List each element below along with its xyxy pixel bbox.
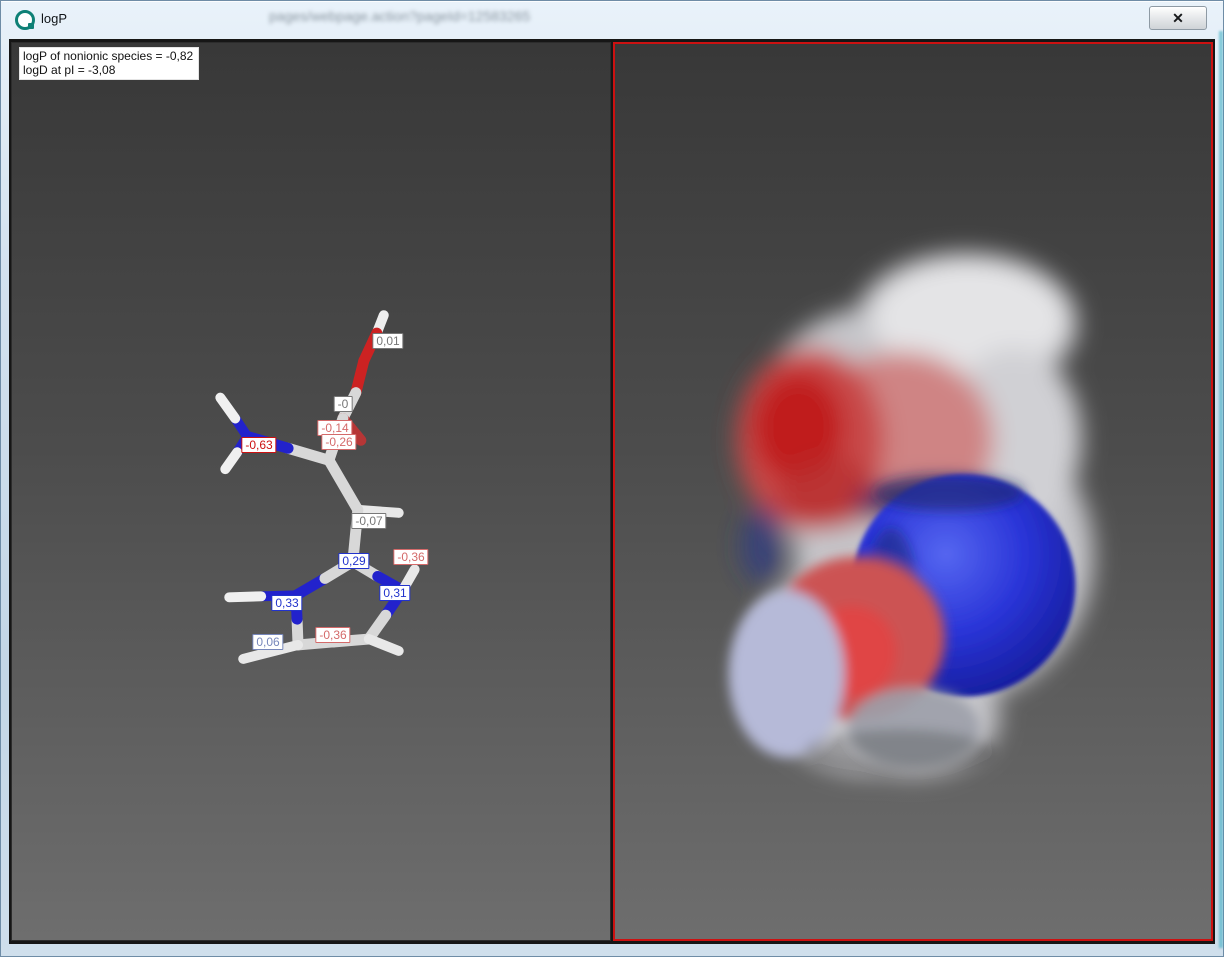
info-line-logd: logD at pI = -3,08	[23, 63, 193, 77]
atom-label: 0,06	[252, 634, 283, 650]
atom-label: -0,36	[393, 549, 428, 565]
atom-labels-layer: 0,01-0-0,14-0,26-0,63-0,070,29-0,360,310…	[12, 43, 610, 940]
atom-label: 0,29	[338, 553, 369, 569]
atom-label: 0,31	[379, 585, 410, 601]
atom-label: -0	[334, 396, 353, 412]
close-button[interactable]: ✕	[1149, 6, 1207, 30]
window-title: logP	[41, 11, 67, 26]
atom-label: -0,36	[315, 627, 350, 643]
molecular-surface	[615, 44, 1211, 939]
info-line-logp: logP of nonionic species = -0,82	[23, 49, 193, 63]
titlebar[interactable]: pages/webpage.action?pageId=12583265 log…	[1, 1, 1223, 39]
logp-info-box: logP of nonionic species = -0,82 logD at…	[20, 48, 198, 79]
background-page-edge	[1219, 31, 1223, 948]
atom-label: 0,01	[372, 333, 403, 349]
background-page-text: pages/webpage.action?pageId=12583265	[269, 8, 530, 24]
logp-window: pages/webpage.action?pageId=12583265 log…	[0, 0, 1224, 957]
structure-panel[interactable]: 0,01-0-0,14-0,26-0,63-0,070,29-0,360,310…	[11, 42, 611, 941]
content-area: 0,01-0-0,14-0,26-0,63-0,070,29-0,360,310…	[9, 39, 1215, 944]
atom-label: 0,33	[271, 595, 302, 611]
atom-label: -0,63	[241, 437, 276, 453]
surface-panel[interactable]	[613, 42, 1213, 941]
atom-label: -0,07	[351, 513, 386, 529]
atom-label: -0,26	[321, 434, 356, 450]
close-icon: ✕	[1172, 10, 1184, 26]
app-icon[interactable]	[15, 10, 35, 30]
